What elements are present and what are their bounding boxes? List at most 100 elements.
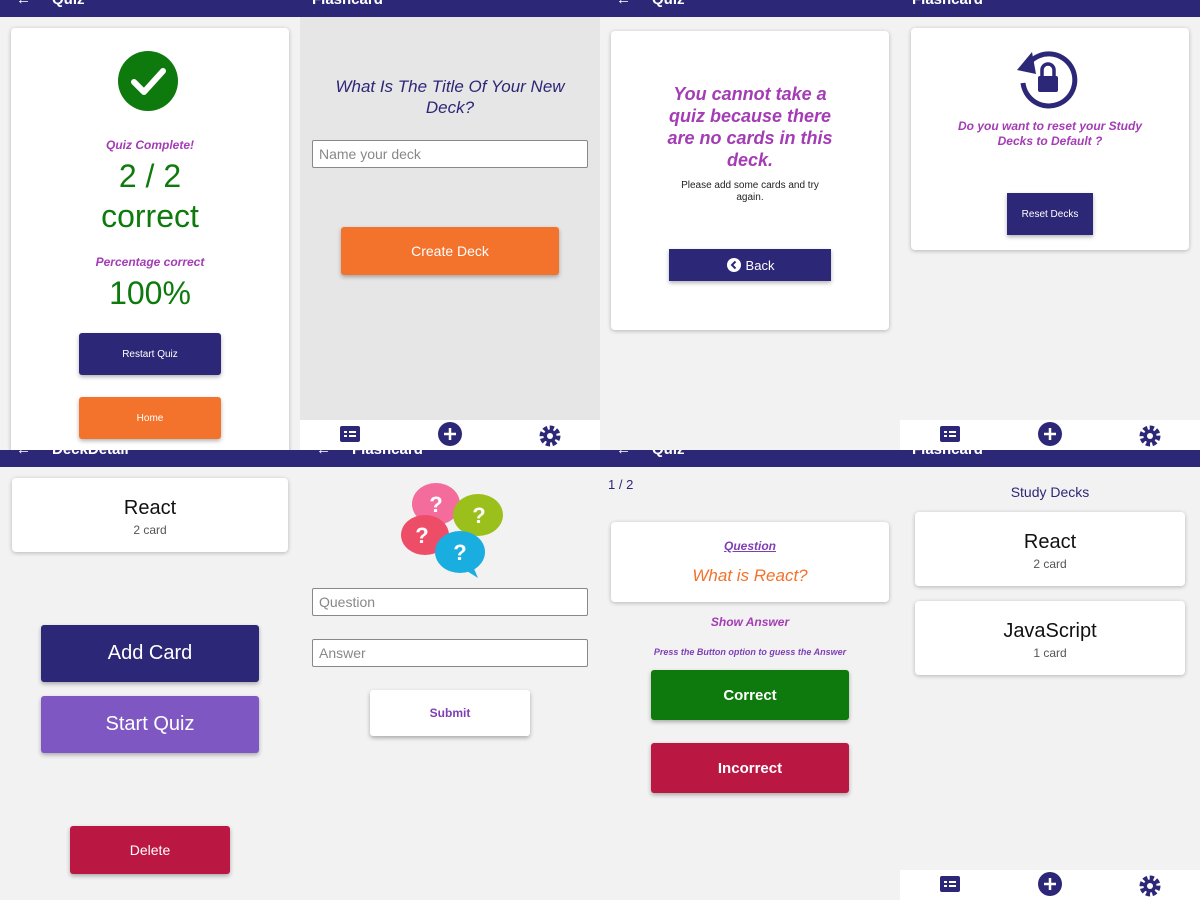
- incorrect-button[interactable]: Incorrect: [651, 743, 849, 793]
- deck-item-count: 1 card: [1033, 646, 1067, 660]
- header-title: Flashcard: [912, 0, 983, 8]
- header-title: Flashcard: [352, 450, 423, 458]
- result-card: Quiz Complete! 2 / 2 correct Percentage …: [11, 28, 289, 450]
- deck-list-screen: Flashcard Study Decks React 2 card JavaS…: [900, 450, 1200, 900]
- create-deck-button[interactable]: Create Deck: [341, 227, 559, 275]
- checkmark-circle-icon: [118, 51, 178, 111]
- deck-folder-icon: [940, 876, 960, 892]
- tab-decks[interactable]: [300, 424, 400, 450]
- delete-deck-button[interactable]: Delete: [70, 826, 230, 874]
- header-bar: ← Quiz: [600, 450, 900, 467]
- no-cards-screen: ← Quiz You cannot take a quiz because th…: [600, 0, 900, 450]
- deck-summary-card: React 2 card: [12, 478, 288, 552]
- quiz-result-screen: ← Quiz Quiz Complete! 2 / 2 correct Perc…: [0, 0, 300, 450]
- back-button-label: Back: [745, 257, 775, 273]
- add-circle-icon: [1038, 872, 1062, 896]
- reset-decks-button[interactable]: Reset Decks: [1007, 193, 1093, 235]
- quiz-screen: ← Quiz 1 / 2 Question What is React? Sho…: [600, 450, 900, 900]
- back-arrow-icon[interactable]: ←: [616, 450, 631, 458]
- svg-text:?: ?: [453, 540, 466, 565]
- gear-icon: [1139, 425, 1161, 447]
- deck-folder-icon: [340, 426, 360, 442]
- quiz-complete-label: Quiz Complete!: [105, 138, 194, 152]
- deck-item-count: 2 card: [1033, 557, 1067, 571]
- deck-item-title: React: [1023, 531, 1077, 553]
- back-arrow-icon[interactable]: ←: [616, 0, 631, 8]
- deck-detail-screen: ← DeckDetail React 2 card Add Card Start…: [0, 450, 300, 900]
- no-cards-hint: Please add some cards and try again.: [681, 180, 819, 203]
- add-card-screen: ← Flashcard ? ? ? ? Question Answer Subm…: [300, 450, 600, 900]
- add-circle-icon: [1038, 422, 1062, 446]
- header-title: Quiz: [52, 0, 85, 8]
- restart-quiz-button[interactable]: Restart Quiz: [79, 333, 221, 375]
- svg-text:?: ?: [415, 523, 428, 548]
- quiz-hint: Press the Button option to guess the Ans…: [653, 647, 847, 657]
- bottom-tabbar: [900, 870, 1200, 900]
- deck-item-title: JavaScript: [1003, 620, 1097, 642]
- reset-lock-icon: [1017, 51, 1078, 109]
- deck-list-item[interactable]: React 2 card: [915, 512, 1185, 586]
- answer-input[interactable]: Answer: [312, 639, 588, 667]
- correct-button[interactable]: Correct: [651, 670, 849, 720]
- header-bar: ← Quiz: [600, 0, 900, 17]
- new-deck-question: What Is The Title Of Your New Deck?: [335, 77, 565, 117]
- question-link[interactable]: Question: [611, 539, 889, 553]
- tab-add-deck[interactable]: [1000, 872, 1100, 900]
- bottom-tabbar: [900, 420, 1200, 450]
- bottom-tabbar: [300, 420, 600, 450]
- start-quiz-button[interactable]: Start Quiz: [41, 696, 259, 753]
- header-title: Quiz: [652, 450, 685, 458]
- add-circle-icon: [438, 422, 462, 446]
- deck-list-item[interactable]: JavaScript 1 card: [915, 601, 1185, 675]
- question-input[interactable]: Question: [312, 588, 588, 616]
- tab-decks[interactable]: [900, 424, 1000, 450]
- back-arrow-icon[interactable]: ←: [16, 450, 31, 458]
- header-bar: ← DeckDetail: [0, 450, 300, 467]
- back-button[interactable]: Back: [669, 249, 831, 281]
- gear-icon: [1139, 875, 1161, 897]
- reset-question: Do you want to reset your Study Decks to…: [957, 119, 1143, 148]
- percentage-value: 100%: [109, 275, 191, 311]
- quiz-progress: 1 / 2: [608, 477, 634, 492]
- header-bar: ← Quiz: [0, 0, 300, 17]
- add-card-button[interactable]: Add Card: [41, 625, 259, 682]
- question-card: Question What is React?: [611, 522, 889, 602]
- correct-text: correct: [101, 198, 199, 234]
- back-arrow-icon[interactable]: ←: [16, 0, 31, 8]
- deck-name-input[interactable]: Name your deck: [312, 140, 588, 168]
- home-button[interactable]: Home: [79, 397, 221, 439]
- study-decks-heading: Study Decks: [1010, 484, 1090, 500]
- gear-icon: [539, 425, 561, 447]
- deck-title: React: [123, 497, 177, 519]
- header-bar: Flashcard: [900, 450, 1200, 467]
- show-answer-link[interactable]: Show Answer: [600, 615, 900, 629]
- tab-settings[interactable]: [1100, 874, 1200, 900]
- question-text: What is React?: [692, 566, 808, 585]
- tab-decks[interactable]: [900, 874, 1000, 900]
- header-title: Quiz: [652, 0, 685, 8]
- tab-settings[interactable]: [1100, 424, 1200, 450]
- screens-grid: ← Quiz Quiz Complete! 2 / 2 correct Perc…: [0, 0, 1200, 900]
- reset-card: Do you want to reset your Study Decks to…: [911, 28, 1189, 250]
- header-title: Flashcard: [312, 0, 383, 8]
- header-bar: Flashcard: [900, 0, 1200, 17]
- header-title: DeckDetail: [52, 450, 129, 458]
- deck-card-count: 2 card: [133, 523, 167, 537]
- tab-settings[interactable]: [500, 424, 600, 450]
- tab-add-deck[interactable]: [1000, 422, 1100, 450]
- no-cards-card: You cannot take a quiz because there are…: [611, 31, 889, 330]
- submit-button[interactable]: Submit: [370, 690, 530, 736]
- svg-text:?: ?: [472, 503, 485, 528]
- new-deck-screen: Flashcard What Is The Title Of Your New …: [300, 0, 600, 450]
- header-title: Flashcard: [912, 450, 983, 458]
- header-bar: ← Flashcard: [300, 450, 600, 467]
- svg-text:?: ?: [429, 492, 442, 517]
- score-text: 2 / 2: [118, 158, 182, 194]
- deck-folder-icon: [940, 426, 960, 442]
- header-bar: Flashcard: [300, 0, 600, 17]
- back-arrow-icon[interactable]: ←: [316, 450, 331, 458]
- tab-add-deck[interactable]: [400, 422, 500, 450]
- question-bubbles-icon: ? ? ? ?: [401, 483, 503, 578]
- settings-screen: Flashcard Do you want to reset your Stud…: [900, 0, 1200, 450]
- back-circle-icon: [726, 258, 741, 272]
